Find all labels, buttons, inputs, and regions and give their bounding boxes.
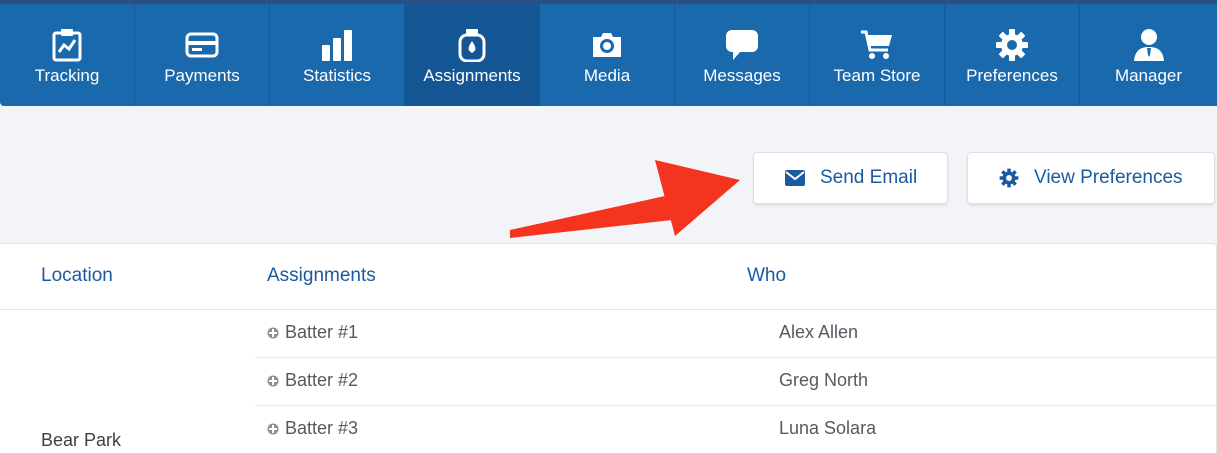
nav-label: Team Store	[833, 66, 921, 85]
nav-team-store[interactable]: Team Store	[810, 4, 945, 106]
view-preferences-button[interactable]: View Preferences	[967, 152, 1215, 204]
send-email-button[interactable]: Send Email	[753, 152, 948, 204]
table-row[interactable]: Batter #1 Alex Allen	[255, 310, 1216, 358]
assignment-name: Batter #2	[285, 370, 359, 390]
who-cell: Greg North	[779, 370, 869, 390]
location-cell: Bear Park	[41, 430, 122, 450]
nav-statistics[interactable]: Statistics	[270, 4, 405, 106]
nav-payments[interactable]: Payments	[135, 4, 270, 106]
assignment-name: Batter #1	[285, 322, 359, 342]
drag-handle-icon[interactable]	[267, 327, 279, 339]
water-bottle-icon	[455, 28, 489, 62]
nav-preferences[interactable]: Preferences	[945, 4, 1080, 106]
nav-media[interactable]: Media	[540, 4, 675, 106]
assignment-cell: Batter #2	[267, 370, 358, 391]
view-preferences-label: View Preferences	[1034, 167, 1183, 188]
bar-chart-icon	[320, 28, 354, 62]
table-row[interactable]: Batter #2 Greg North	[255, 358, 1216, 406]
assignment-cell: Batter #1	[267, 322, 358, 343]
camera-icon	[590, 28, 624, 62]
gear-icon	[995, 28, 1029, 62]
annotation-arrow	[510, 160, 740, 238]
table-row[interactable]: Batter #3 Luna Solara	[255, 406, 1216, 453]
manager-person-icon	[1132, 28, 1166, 62]
drag-handle-icon[interactable]	[267, 375, 279, 387]
shopping-cart-icon	[860, 28, 894, 62]
envelope-icon	[784, 167, 806, 189]
nav-label: Assignments	[423, 66, 521, 85]
column-header-location[interactable]: Location	[41, 265, 113, 287]
nav-manager[interactable]: Manager	[1080, 4, 1217, 106]
nav-label: Tracking	[34, 66, 100, 85]
assignment-cell: Batter #3	[267, 418, 358, 439]
speech-bubble-icon	[725, 28, 759, 62]
nav-label: Media	[583, 66, 631, 85]
who-cell: Luna Solara	[779, 418, 877, 438]
nav-tracking[interactable]: Tracking	[0, 4, 135, 106]
send-email-label: Send Email	[820, 167, 918, 188]
drag-handle-icon[interactable]	[267, 423, 279, 435]
nav-messages[interactable]: Messages	[675, 4, 810, 106]
gear-icon	[998, 167, 1020, 189]
nav-label: Statistics	[302, 66, 372, 85]
nav-label: Preferences	[966, 66, 1058, 85]
who-cell: Alex Allen	[779, 322, 859, 342]
nav-assignments[interactable]: Assignments	[405, 4, 540, 106]
credit-card-icon	[185, 28, 219, 62]
table-header: Location Assignments Who	[0, 244, 1216, 310]
top-navigation: Tracking Payments Statistics Assignments…	[0, 0, 1217, 106]
nav-label: Manager	[1114, 66, 1183, 85]
column-header-assignments[interactable]: Assignments	[267, 265, 376, 287]
nav-label: Messages	[703, 66, 781, 85]
clipboard-chart-icon	[50, 28, 84, 62]
column-header-who[interactable]: Who	[747, 265, 786, 287]
assignment-name: Batter #3	[285, 418, 359, 438]
nav-label: Payments	[164, 66, 240, 85]
assignments-table: Location Assignments Who Batter #1 Alex …	[0, 243, 1217, 453]
